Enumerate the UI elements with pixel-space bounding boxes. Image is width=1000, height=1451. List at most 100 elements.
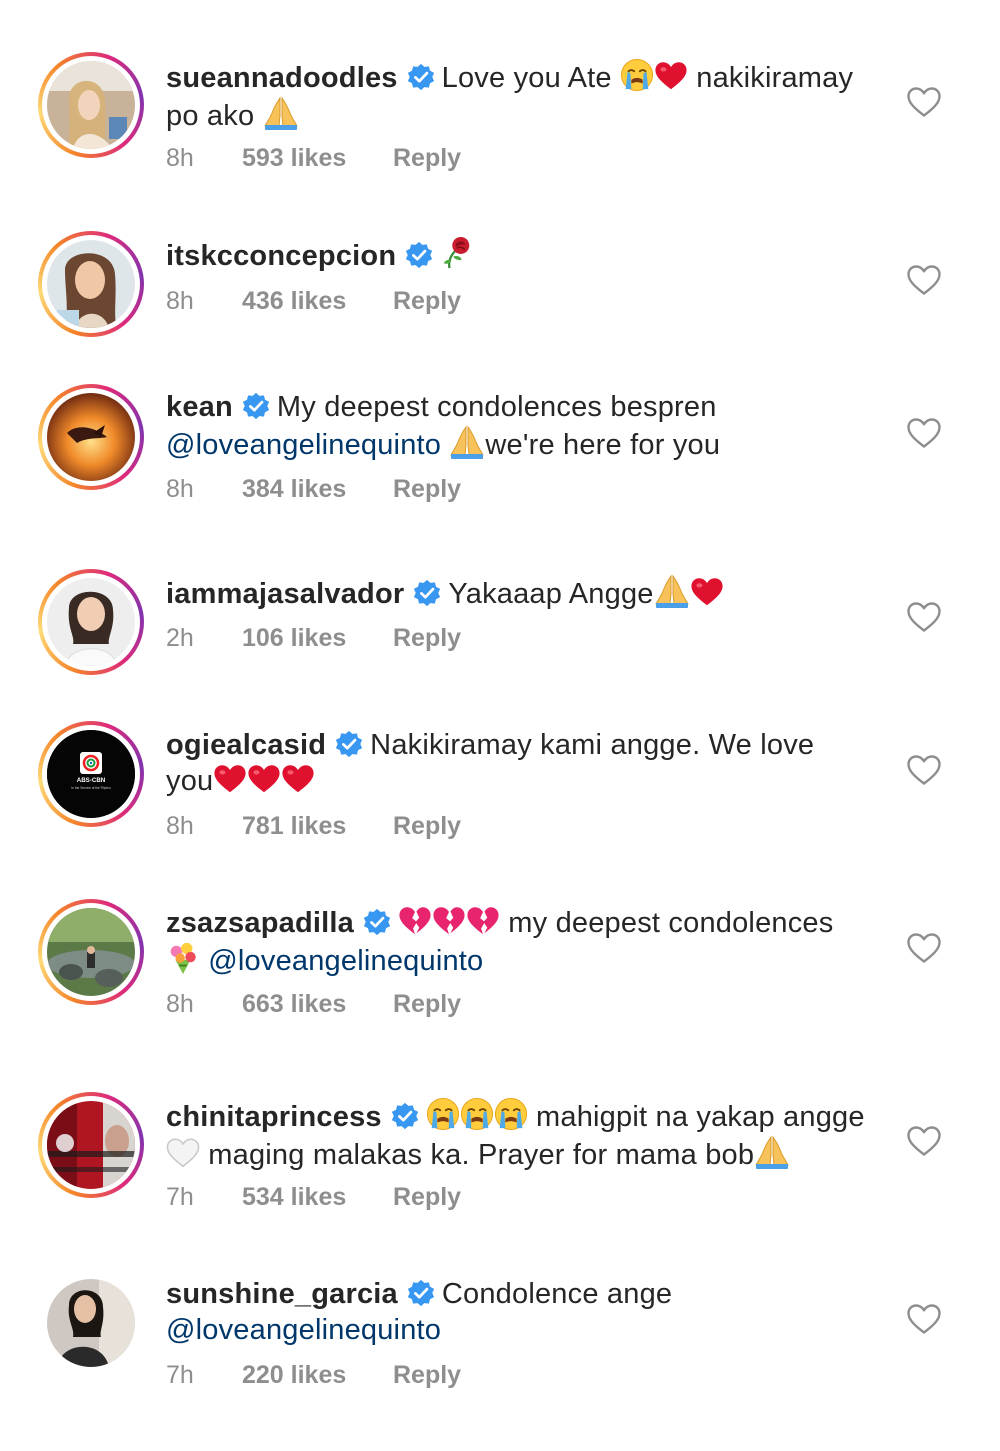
reply-button[interactable]: Reply (393, 144, 461, 173)
red-heart-icon (654, 60, 688, 92)
loudly-crying-face-icon (494, 1097, 528, 1131)
wilted-rose-icon (440, 236, 474, 270)
comment-text: zsazsapadilla my deepest condolences @lo… (166, 905, 886, 979)
verified-badge-icon (241, 391, 271, 421)
comment-meta: 7h 220 likes Reply (166, 1361, 461, 1390)
comment-body: mahigpit na yakap angge (536, 1101, 865, 1133)
folded-hands-icon (263, 96, 299, 130)
comment-meta: 8h 663 likes Reply (166, 990, 461, 1019)
reply-button[interactable]: Reply (393, 1361, 461, 1390)
broken-heart-icon (432, 905, 466, 937)
comment-body: My deepest condolences bespren (276, 391, 717, 423)
likes-count[interactable]: 384 likes (242, 475, 393, 504)
likes-count[interactable]: 220 likes (242, 1361, 393, 1390)
username[interactable]: chinitaprincess (166, 1101, 382, 1133)
abs-cbn-logo: ABS-CBN In the Service of the Filipino (47, 730, 135, 818)
verified-badge-icon (412, 578, 442, 608)
mention-link[interactable]: @loveangelinequinto (166, 429, 441, 461)
username[interactable]: kean (166, 391, 233, 423)
story-ring[interactable] (38, 899, 144, 1005)
avatar[interactable] (47, 240, 135, 328)
mention-link[interactable]: @loveangelinequinto (166, 1314, 441, 1346)
avatar[interactable] (47, 393, 135, 481)
comment-text: sunshine_garcia Condolence ange @loveange… (166, 1276, 886, 1348)
heart-outline-icon[interactable] (906, 601, 942, 633)
mention-link[interactable]: @loveangelinequinto (208, 945, 483, 977)
comment-meta: 8h 436 likes Reply (166, 287, 461, 316)
heart-outline-icon[interactable] (906, 1125, 942, 1157)
story-ring[interactable] (38, 569, 144, 675)
folded-hands-icon (449, 425, 485, 459)
story-ring[interactable] (38, 384, 144, 490)
reply-button[interactable]: Reply (393, 812, 461, 841)
verified-badge-icon (390, 1101, 420, 1131)
avatar-brand-text: ABS-CBN (77, 777, 106, 784)
comment-text: sueannadoodles Love you Ate nakikiramay p… (166, 58, 886, 134)
comment-meta: 2h 106 likes Reply (166, 624, 461, 653)
likes-count[interactable]: 663 likes (242, 990, 393, 1019)
heart-outline-icon[interactable] (906, 417, 942, 449)
avatar[interactable] (47, 908, 135, 996)
verified-badge-icon (406, 62, 436, 92)
heart-outline-icon[interactable] (906, 264, 942, 296)
avatar[interactable] (47, 578, 135, 666)
bouquet-icon (166, 941, 200, 975)
username[interactable]: sueannadoodles (166, 62, 398, 94)
reply-button[interactable]: Reply (393, 475, 461, 504)
comment-body: Yakaaap Angge (448, 578, 654, 610)
comment-text: itskcconcepcion (166, 236, 886, 274)
comment-meta: 8h 781 likes Reply (166, 812, 461, 841)
timestamp: 8h (166, 812, 194, 840)
comment-body: nakikiramay (696, 62, 854, 94)
comment-meta: 7h 534 likes Reply (166, 1183, 461, 1212)
timestamp: 8h (166, 475, 194, 503)
timestamp: 8h (166, 144, 194, 172)
story-ring[interactable] (38, 1092, 144, 1198)
reply-button[interactable]: Reply (393, 287, 461, 316)
avatar[interactable] (47, 61, 135, 149)
folded-hands-icon (654, 574, 690, 608)
avatar[interactable] (47, 1279, 135, 1367)
reply-button[interactable]: Reply (393, 1183, 461, 1212)
comment-body: Nakikiramay kami angge. We love (370, 729, 815, 761)
red-heart-icon (690, 576, 724, 608)
story-ring[interactable]: ABS-CBN In the Service of the Filipino (38, 721, 144, 827)
username[interactable]: ogiealcasid (166, 729, 326, 761)
red-heart-icon (281, 763, 315, 795)
verified-badge-icon (362, 907, 392, 937)
heart-outline-icon[interactable] (906, 86, 942, 118)
likes-count[interactable]: 106 likes (242, 624, 393, 653)
reply-button[interactable]: Reply (393, 624, 461, 653)
white-heart-icon (166, 1137, 200, 1169)
comment-text: ogiealcasid Nakikiramay kami angge. We lo… (166, 727, 886, 799)
reply-button[interactable]: Reply (393, 990, 461, 1019)
timestamp: 7h (166, 1183, 194, 1211)
comment-text: kean My deepest condolences bespren @love… (166, 389, 886, 463)
heart-outline-icon[interactable] (906, 932, 942, 964)
comment-body: we're here for you (485, 429, 721, 461)
timestamp: 8h (166, 287, 194, 315)
likes-count[interactable]: 436 likes (242, 287, 393, 316)
comment-meta: 8h 384 likes Reply (166, 475, 461, 504)
loudly-crying-face-icon (620, 58, 654, 92)
story-ring[interactable] (38, 231, 144, 337)
avatar-tagline-text: In the Service of the Filipino (71, 786, 111, 790)
username[interactable]: sunshine_garcia (166, 1278, 398, 1310)
story-ring[interactable] (38, 52, 144, 158)
likes-count[interactable]: 593 likes (242, 144, 393, 173)
heart-outline-icon[interactable] (906, 754, 942, 786)
loudly-crying-face-icon (426, 1097, 460, 1131)
avatar[interactable]: ABS-CBN In the Service of the Filipino (47, 730, 135, 818)
avatar[interactable] (47, 1101, 135, 1189)
username[interactable]: itskcconcepcion (166, 240, 396, 272)
broken-heart-icon (466, 905, 500, 937)
avatar-frame[interactable] (38, 1270, 144, 1376)
verified-badge-icon (404, 240, 434, 270)
comment-text: iammajasalvador Yakaaap Angge (166, 574, 886, 612)
likes-count[interactable]: 534 likes (242, 1183, 393, 1212)
likes-count[interactable]: 781 likes (242, 812, 393, 841)
heart-outline-icon[interactable] (906, 1303, 942, 1335)
username[interactable]: iammajasalvador (166, 578, 404, 610)
username[interactable]: zsazsapadilla (166, 907, 354, 939)
timestamp: 2h (166, 624, 194, 652)
